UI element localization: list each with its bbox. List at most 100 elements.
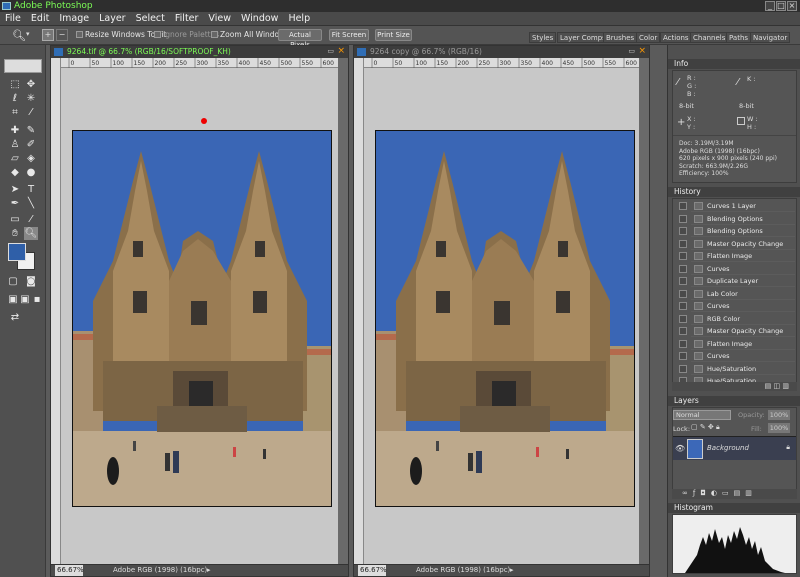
info-panel-header[interactable]: Info <box>668 59 800 69</box>
standard-mode-icon[interactable]: ▢ <box>6 275 20 288</box>
notes-tool-icon[interactable]: ▭ <box>8 213 22 226</box>
history-item[interactable]: Flatten Image <box>691 338 795 350</box>
eyedropper-tool-icon[interactable]: ⁄ <box>24 213 38 226</box>
link-layers-icon[interactable]: ∞ <box>682 489 693 497</box>
history-brush-source-checkbox[interactable] <box>679 364 687 373</box>
tab-channels[interactable]: Channels <box>690 32 729 43</box>
history-item[interactable]: Duplicate Layer <box>691 275 795 287</box>
history-item[interactable]: Master Opacity Change <box>691 238 795 250</box>
jump-to-imageready-icon[interactable]: ⇄ <box>8 311 22 324</box>
close-button[interactable]: × <box>787 1 797 11</box>
history-item[interactable]: Blending Options <box>691 225 795 237</box>
tab-actions[interactable]: Actions <box>660 32 692 43</box>
menu-layer[interactable]: Layer <box>94 12 131 26</box>
new-layer-icon[interactable]: ▤ <box>734 489 746 497</box>
history-item[interactable]: Curves <box>691 300 795 312</box>
menu-edit[interactable]: Edit <box>26 12 54 26</box>
menu-file[interactable]: File <box>0 12 26 26</box>
vertical-scrollbar[interactable] <box>338 58 348 564</box>
layer-name[interactable]: Background <box>707 444 749 452</box>
history-item[interactable]: Flatten Image <box>691 250 795 262</box>
adjustment-icon[interactable]: ◐ <box>711 489 722 497</box>
dodge-tool-icon[interactable]: ● <box>24 166 38 179</box>
zoom-tool-icon[interactable]: 🔍︎ <box>12 29 26 42</box>
doc-title-right[interactable]: 9264 copy @ 66.7% (RGB/16) <box>354 46 649 58</box>
print-size-button[interactable]: Print Size <box>375 29 412 41</box>
vertical-scrollbar[interactable] <box>639 58 649 564</box>
history-brush-source-checkbox[interactable] <box>679 239 687 248</box>
zoom-field-right[interactable]: 66.67% <box>358 565 387 576</box>
menu-image[interactable]: Image <box>54 12 94 26</box>
new-snapshot-icon[interactable]: ◫ <box>774 382 781 390</box>
eraser-tool-icon[interactable]: ▱ <box>8 152 22 165</box>
history-brush-source-checkbox[interactable] <box>679 302 687 310</box>
history-brush-source-checkbox[interactable] <box>679 264 687 273</box>
layers-panel-header[interactable]: Layers <box>668 396 800 406</box>
history-brush-source-checkbox[interactable] <box>679 214 687 223</box>
path-selection-tool-icon[interactable]: ➤ <box>8 183 22 196</box>
history-brush-source-checkbox[interactable] <box>679 227 687 235</box>
history-item[interactable]: Blending Options <box>691 213 795 225</box>
ignore-palettes-checkbox[interactable] <box>154 31 161 38</box>
history-brush-source-checkbox[interactable] <box>679 352 687 360</box>
resize-windows-checkbox[interactable] <box>76 31 83 38</box>
chevron-down-icon[interactable]: ▾ <box>26 30 30 38</box>
crop-tool-icon[interactable]: ⌗ <box>8 106 22 119</box>
slice-tool-icon[interactable]: ⁄ <box>24 106 38 119</box>
blur-tool-icon[interactable]: ◆ <box>8 166 22 179</box>
history-item[interactable]: Curves <box>691 350 795 362</box>
tab-styles[interactable]: Styles <box>529 32 557 43</box>
line-tool-icon[interactable]: ╲ <box>24 197 38 210</box>
brush-tool-icon[interactable]: ✎ <box>24 124 38 137</box>
fit-screen-button[interactable]: Fit Screen <box>329 29 369 41</box>
quick-mask-icon[interactable]: ◙ <box>24 275 38 288</box>
zoom-in-icon[interactable]: + <box>42 29 54 41</box>
magic-wand-tool-icon[interactable]: ✳ <box>24 92 38 105</box>
lasso-tool-icon[interactable]: ℓ <box>8 92 22 105</box>
lock-icons[interactable]: ▢ ✎ ✥ 🔒︎ <box>691 423 720 432</box>
status-arrow-icon[interactable]: ▸ <box>207 565 211 576</box>
zoom-all-checkbox[interactable] <box>211 31 218 38</box>
status-arrow-icon[interactable]: ▸ <box>510 565 514 576</box>
history-brush-source-checkbox[interactable] <box>679 252 687 260</box>
pen-tool-icon[interactable]: ✒ <box>8 197 22 210</box>
healing-brush-tool-icon[interactable]: ✚ <box>8 124 22 137</box>
history-brush-source-checkbox[interactable] <box>679 289 687 298</box>
marquee-tool-icon[interactable]: ⬚ <box>8 78 22 91</box>
menu-select[interactable]: Select <box>131 12 170 26</box>
histogram-panel-header[interactable]: Histogram <box>668 503 800 513</box>
doc-title-left[interactable]: 9264.tif @ 66.7% (RGB/16/SOFTPROOF_KH) <box>51 46 348 58</box>
type-tool-icon[interactable]: T <box>24 183 38 196</box>
menu-view[interactable]: View <box>203 12 236 26</box>
doc-minimize-icon[interactable]: ▭ <box>628 47 635 55</box>
blend-mode-select[interactable]: Normal <box>673 410 731 420</box>
history-item[interactable]: RGB Color <box>691 313 795 325</box>
zoom-out-icon[interactable]: − <box>56 29 68 41</box>
zoom-tool-active-icon[interactable]: 🔍︎ <box>24 227 38 240</box>
history-item[interactable]: Hue/Saturation <box>691 363 795 375</box>
screen-mode-full-icon[interactable]: ▪ <box>30 293 44 306</box>
fill-field[interactable]: 100% <box>768 423 790 433</box>
tab-color[interactable]: Color <box>636 32 661 43</box>
history-brush-source-checkbox[interactable] <box>679 327 687 335</box>
menu-window[interactable]: Window <box>236 12 283 26</box>
tab-brushes[interactable]: Brushes <box>603 32 638 43</box>
history-panel-header[interactable]: History <box>668 187 800 197</box>
group-icon[interactable]: ▭ <box>722 489 734 497</box>
tab-paths[interactable]: Paths <box>726 32 752 43</box>
minimize-button[interactable]: _ <box>765 1 775 11</box>
clone-stamp-tool-icon[interactable]: ♙ <box>8 138 22 151</box>
menu-filter[interactable]: Filter <box>170 12 204 26</box>
move-tool-icon[interactable]: ✥ <box>24 78 38 91</box>
opacity-field[interactable]: 100% <box>768 410 790 420</box>
new-document-icon[interactable]: ▤ <box>765 382 772 390</box>
tab-layer-comps[interactable]: Layer Comps <box>557 32 609 43</box>
maximize-button[interactable]: □ <box>776 1 786 11</box>
history-item[interactable]: Curves <box>691 263 795 275</box>
history-brush-source-checkbox[interactable] <box>679 277 687 285</box>
tab-navigator[interactable]: Navigator <box>750 32 791 43</box>
feather-logo-icon[interactable] <box>4 59 42 73</box>
history-brush-tool-icon[interactable]: ✐ <box>24 138 38 151</box>
history-brush-source-checkbox[interactable] <box>679 202 687 210</box>
history-brush-source-checkbox[interactable] <box>679 339 687 348</box>
